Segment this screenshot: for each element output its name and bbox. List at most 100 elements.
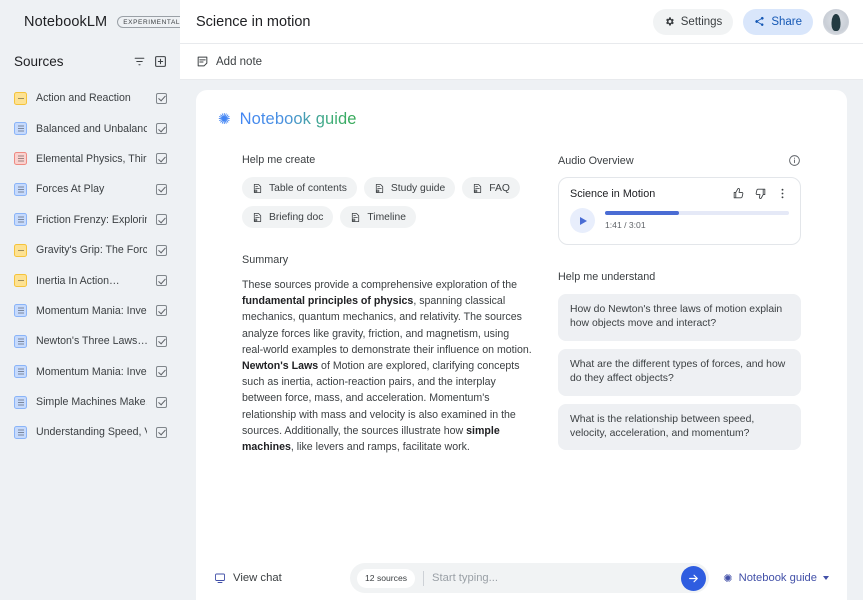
guide-title: Notebook guide: [239, 110, 357, 128]
add-note-label: Add note: [216, 55, 263, 68]
share-button[interactable]: Share: [743, 8, 813, 35]
guide-toggle-label: Notebook guide: [738, 572, 817, 584]
view-chat-button[interactable]: View chat: [214, 572, 336, 584]
arrow-right-icon: [689, 574, 699, 582]
thumbs-down-icon[interactable]: [754, 187, 767, 200]
source-item[interactable]: Inertia In Action…: [0, 265, 180, 295]
source-checkbox[interactable]: [156, 244, 167, 256]
doc-source-icon: [14, 122, 27, 136]
source-checkbox[interactable]: [156, 183, 167, 195]
app-body: Sources Action and Reaction Balanced and…: [0, 44, 863, 600]
info-icon[interactable]: [788, 154, 801, 167]
sources-list: Action and Reaction Balanced and Unbalanc…: [0, 81, 180, 600]
doc-source-icon: [14, 365, 27, 379]
avatar[interactable]: [823, 8, 849, 35]
doc-source-icon: [14, 395, 27, 409]
note-source-icon: [14, 274, 27, 288]
source-checkbox[interactable]: [156, 396, 167, 408]
share-label: Share: [771, 15, 802, 28]
audio-progress-fill: [605, 211, 679, 215]
thumbs-up-icon[interactable]: [732, 187, 745, 200]
send-button[interactable]: [681, 565, 707, 591]
sparkle-icon: ✺: [218, 111, 231, 128]
create-chip[interactable]: Study guide: [363, 177, 456, 199]
note-toolbar: Add note: [180, 44, 863, 80]
top-bar-actions: Science in motion Settings Share: [180, 0, 863, 44]
source-checkbox[interactable]: [156, 123, 167, 135]
sources-header: Sources: [0, 44, 180, 81]
source-checkbox[interactable]: [156, 335, 167, 347]
source-item[interactable]: Action and Reaction: [0, 83, 180, 113]
chat-input[interactable]: [432, 572, 674, 584]
source-item[interactable]: Elemental Physics, Third…: [0, 144, 180, 174]
create-chip[interactable]: FAQ: [462, 177, 520, 199]
create-chip[interactable]: Table of contents: [242, 177, 357, 199]
source-item[interactable]: Gravity's Grip: The Force…: [0, 235, 180, 265]
notebook-guide-card: ✺ Notebook guide Help me create Table of…: [196, 90, 847, 556]
audio-time: 1:41 / 3:01: [605, 220, 646, 230]
source-item[interactable]: Newton's Three Laws…: [0, 326, 180, 356]
bottom-bar: View chat 12 sources ✺: [196, 556, 847, 600]
sources-sidebar: Sources Action and Reaction Balanced and…: [0, 44, 180, 600]
audio-player-header: Science in Motion: [570, 187, 789, 200]
view-chat-label: View chat: [233, 572, 282, 584]
create-chip[interactable]: Briefing doc: [242, 206, 334, 228]
note-source-icon: [14, 91, 27, 105]
play-button[interactable]: [570, 208, 595, 233]
settings-button[interactable]: Settings: [652, 8, 734, 35]
source-item[interactable]: Understanding Speed, Ve…: [0, 417, 180, 447]
source-name: Momentum Mania: Inves…: [36, 365, 147, 378]
source-item[interactable]: Momentum Mania: Inves…: [0, 357, 180, 387]
sources-count-badge[interactable]: 12 sources: [357, 568, 416, 588]
doc-source-icon: [14, 334, 27, 348]
summary-text: These sources provide a comprehensive ex…: [242, 279, 532, 454]
app-brand: NotebookLM: [24, 14, 108, 30]
audio-overview-header: Audio Overview: [558, 154, 801, 167]
composer-divider: [423, 570, 425, 586]
source-checkbox[interactable]: [156, 214, 167, 226]
audio-progress-bar[interactable]: [605, 211, 789, 215]
suggested-question[interactable]: How do Newton's three laws of motion exp…: [558, 294, 801, 341]
suggested-question[interactable]: What are the different types of forces, …: [558, 348, 801, 396]
source-item[interactable]: Balanced and Unbalance…: [0, 113, 180, 143]
create-chip-label: Briefing doc: [269, 211, 324, 223]
create-chip[interactable]: Timeline: [340, 206, 416, 228]
summary-label: Summary: [242, 254, 289, 266]
audio-title: Science in Motion: [570, 187, 656, 200]
more-options-icon[interactable]: [776, 187, 789, 200]
source-item[interactable]: Friction Frenzy: Explorin…: [0, 205, 180, 235]
source-item[interactable]: Simple Machines Make…: [0, 387, 180, 417]
source-item[interactable]: Forces At Play: [0, 174, 180, 204]
source-name: Forces At Play: [36, 183, 105, 196]
add-source-icon[interactable]: [154, 55, 167, 68]
guide-right-column: Audio Overview Science in Motion 1:41 / …: [558, 154, 801, 458]
source-name: Gravity's Grip: The Force…: [36, 244, 147, 257]
settings-label: Settings: [680, 15, 723, 28]
chat-composer: 12 sources: [350, 563, 710, 593]
doc-source-icon: [14, 213, 27, 227]
source-checkbox[interactable]: [156, 366, 167, 378]
document-gear-icon: [352, 212, 360, 222]
note-source-icon: [14, 243, 27, 257]
top-bar: NotebookLM EXPERIMENTAL Science in motio…: [0, 0, 863, 44]
doc-source-icon: [14, 182, 27, 196]
source-checkbox[interactable]: [156, 275, 167, 287]
gear-icon: [665, 17, 674, 26]
suggested-question[interactable]: What is the relationship between speed, …: [558, 403, 801, 451]
source-checkbox[interactable]: [156, 305, 167, 317]
guide-title-row: ✺ Notebook guide: [218, 110, 825, 129]
add-note-button[interactable]: Add note: [196, 55, 262, 68]
audio-overview-label: Audio Overview: [558, 154, 634, 167]
source-checkbox[interactable]: [156, 92, 167, 104]
source-checkbox[interactable]: [156, 426, 167, 438]
summary-section: Summary These sources provide a comprehe…: [242, 254, 532, 455]
notebook-guide-toggle[interactable]: ✺ Notebook guide: [723, 572, 829, 585]
filter-icon[interactable]: [133, 55, 146, 68]
source-item[interactable]: Momentum Mania: Inves…: [0, 296, 180, 326]
document-gear-icon: [253, 183, 262, 193]
help-understand-label: Help me understand: [558, 271, 656, 283]
audio-player-controls: 1:41 / 3:01: [570, 208, 789, 233]
source-name: Balanced and Unbalance…: [36, 122, 147, 135]
audio-progress-area: 1:41 / 3:01: [605, 211, 789, 230]
source-checkbox[interactable]: [156, 153, 167, 165]
